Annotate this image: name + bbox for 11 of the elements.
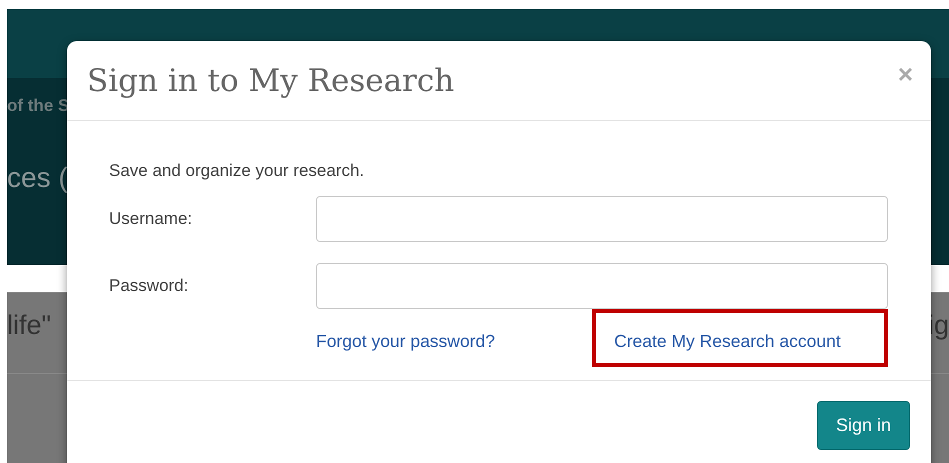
content-text: life": [7, 309, 52, 342]
banner-heading: ces (: [7, 160, 68, 195]
input-field[interactable]: [316, 262, 888, 308]
sign-in-button[interactable]: Sign in: [816, 401, 910, 450]
forgot-password-link[interactable]: Forgot your password?: [316, 330, 495, 350]
field-label: Username:: [109, 208, 194, 230]
input-field[interactable]: [316, 196, 888, 242]
modal-title: Sign in to My Research: [87, 62, 454, 100]
intro-text: Save and organize your research.: [109, 160, 366, 182]
field-label: Password:: [109, 274, 190, 297]
create-account-link[interactable]: Create My Research account: [614, 330, 841, 350]
